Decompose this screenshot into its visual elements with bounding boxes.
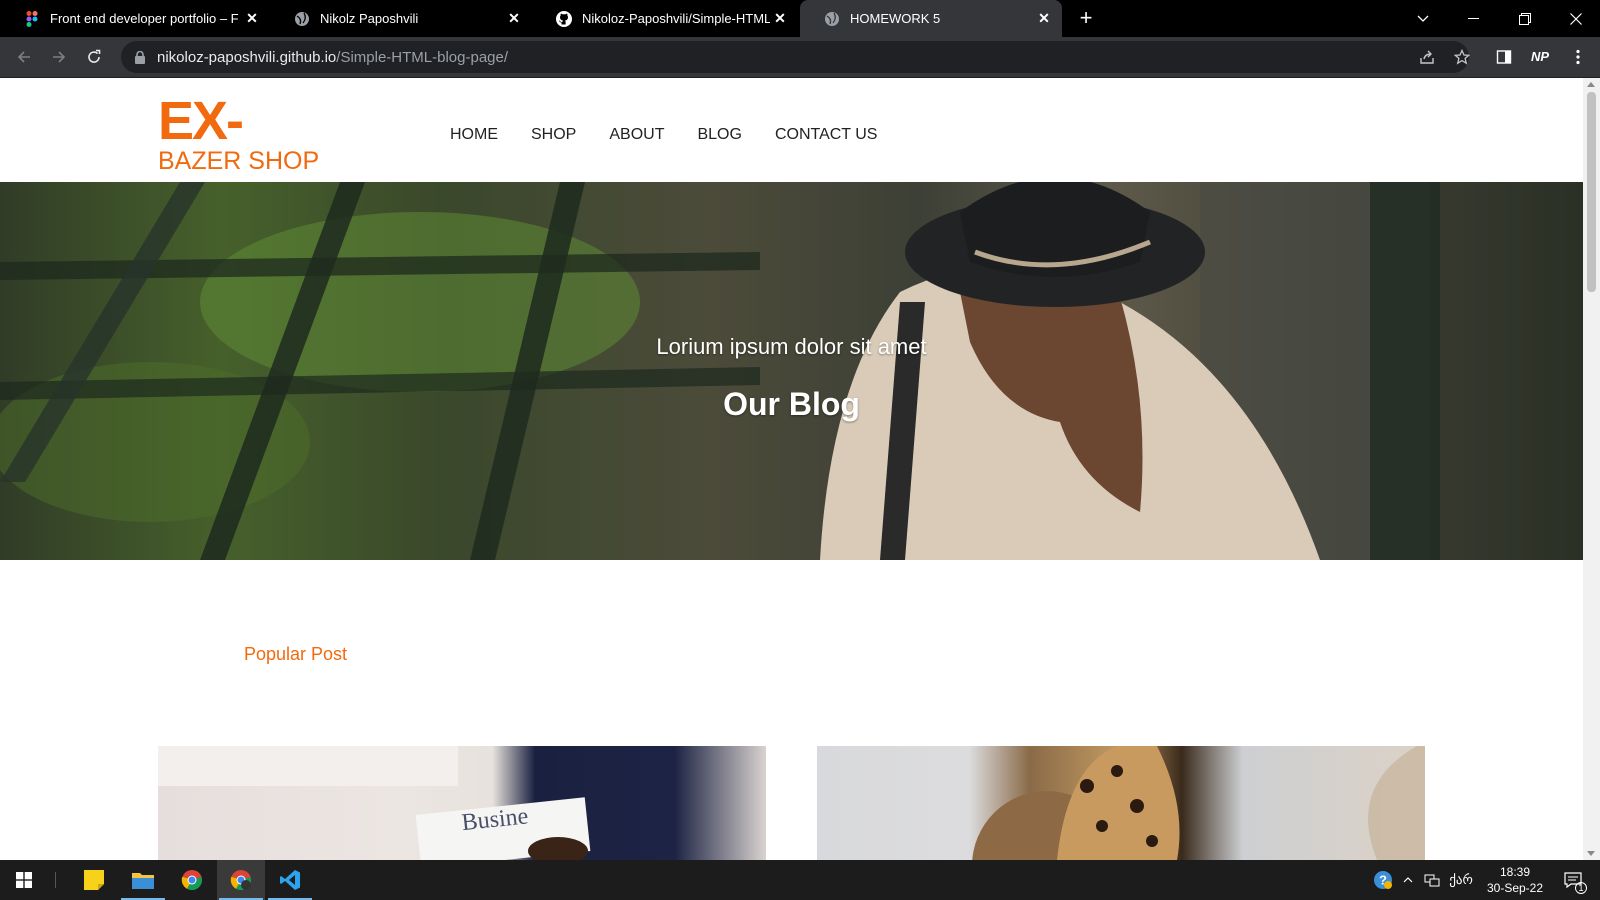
logo-line1: EX- xyxy=(158,91,244,151)
tab-homework5[interactable]: HOMEWORK 5 ✕ xyxy=(800,0,1062,37)
tab-title: HOMEWORK 5 xyxy=(850,11,941,26)
address-bar[interactable]: nikoloz-paposhvili.github.io/Simple-HTML… xyxy=(121,41,1469,73)
share-icon[interactable] xyxy=(1413,43,1441,71)
nav-about[interactable]: ABOUT xyxy=(609,126,664,144)
tab-github[interactable]: Nikoloz-Paposhvili/Simple-HTML ✕ xyxy=(532,0,798,37)
nav-shop[interactable]: SHOP xyxy=(531,126,576,144)
vscode-icon[interactable] xyxy=(266,860,314,900)
globe-icon xyxy=(824,11,840,27)
side-panel-icon[interactable] xyxy=(1490,43,1518,71)
site-header: EX- BAZER SHOP HOME SHOP ABOUT BLOG CONT… xyxy=(0,78,1583,182)
lock-icon[interactable] xyxy=(135,50,147,64)
tab-title: Nikolz Paposhvili xyxy=(320,11,419,26)
restore-icon[interactable] xyxy=(1502,0,1548,37)
figma-icon xyxy=(24,10,40,27)
blog-card-image[interactable] xyxy=(817,746,1425,860)
bookmark-star-icon[interactable] xyxy=(1448,43,1476,71)
page-viewport: EX- BAZER SHOP HOME SHOP ABOUT BLOG CONT… xyxy=(0,78,1583,860)
notification-count: 1 xyxy=(1575,882,1587,894)
chevron-up-icon[interactable] xyxy=(1398,860,1418,900)
forward-arrow-icon[interactable] xyxy=(45,43,73,71)
globe-icon xyxy=(294,11,310,27)
language-indicator[interactable]: ქარ xyxy=(1446,860,1476,900)
close-tab-icon[interactable]: ✕ xyxy=(770,9,790,29)
hero-title: Our Blog xyxy=(723,386,860,422)
nav-home[interactable]: HOME xyxy=(450,126,498,144)
clock-time: 18:39 xyxy=(1499,865,1531,879)
minimize-icon[interactable] xyxy=(1451,0,1497,37)
close-tab-icon[interactable]: ✕ xyxy=(504,9,524,29)
scroll-up-icon[interactable] xyxy=(1587,82,1595,87)
more-menu-icon[interactable] xyxy=(1564,43,1592,71)
scrollbar-thumb[interactable] xyxy=(1587,92,1596,292)
profile-avatar[interactable]: NP xyxy=(1529,46,1551,68)
nav-contact-us[interactable]: CONTACT US xyxy=(775,126,878,144)
help-icon[interactable]: ? xyxy=(1370,860,1396,900)
sticky-notes-icon[interactable] xyxy=(70,860,118,900)
main-nav: HOME SHOP ABOUT BLOG CONTACT US xyxy=(450,126,910,144)
windows-taskbar: ? ქარ 18:39 30-Sep-22 1 xyxy=(0,860,1600,900)
tab-strip: Front end developer portfolio – F ✕ Niko… xyxy=(0,0,1600,37)
new-tab-button[interactable]: + xyxy=(1074,6,1098,30)
chrome-icon[interactable] xyxy=(168,860,216,900)
network-icon[interactable] xyxy=(1420,860,1444,900)
reload-icon[interactable] xyxy=(80,43,108,71)
hero-banner: Lorium ipsum dolor sit amet Our Blog xyxy=(0,182,1583,560)
tab-nikolz[interactable]: Nikolz Paposhvili ✕ xyxy=(270,0,532,37)
tab-title: Front end developer portfolio – F xyxy=(50,11,239,26)
close-tab-icon[interactable]: ✕ xyxy=(242,9,262,29)
hero-photo xyxy=(0,182,1583,560)
windows-start-icon[interactable] xyxy=(0,860,48,900)
hero-subtitle: Lorium ipsum dolor sit amet xyxy=(656,334,927,359)
nav-blog[interactable]: BLOG xyxy=(697,126,741,144)
notifications-icon[interactable]: 1 xyxy=(1553,860,1593,900)
site-logo[interactable]: EX- BAZER SHOP xyxy=(158,91,320,175)
tab-title: Nikoloz-Paposhvili/Simple-HTML xyxy=(582,11,770,26)
blog-card-image[interactable]: Busine xyxy=(158,746,766,860)
github-icon xyxy=(556,10,572,27)
vertical-scrollbar[interactable] xyxy=(1583,78,1600,860)
newspaper-photo: Busine xyxy=(158,746,591,860)
taskbar-divider xyxy=(55,872,56,888)
taskbar-clock[interactable]: 18:39 30-Sep-22 xyxy=(1480,864,1550,896)
close-tab-icon[interactable]: ✕ xyxy=(1034,9,1054,29)
logo-line2: BAZER SHOP xyxy=(158,147,320,175)
scroll-down-icon[interactable] xyxy=(1587,851,1595,856)
file-explorer-icon[interactable] xyxy=(119,860,167,900)
browser-toolbar: nikoloz-paposhvili.github.io/Simple-HTML… xyxy=(0,37,1600,78)
close-window-icon[interactable] xyxy=(1553,0,1599,37)
leopard-pillow-photo xyxy=(972,746,1425,860)
popular-post-heading: Popular Post xyxy=(244,644,348,664)
tab-search-icon[interactable] xyxy=(1400,0,1446,37)
url-path: /Simple-HTML-blog-page/ xyxy=(336,48,509,66)
tab-portfolio[interactable]: Front end developer portfolio – F ✕ xyxy=(0,0,270,37)
clock-date: 30-Sep-22 xyxy=(1486,881,1544,895)
chrome-profile-icon[interactable] xyxy=(217,860,265,900)
back-arrow-icon[interactable] xyxy=(10,43,38,71)
url-host: nikoloz-paposhvili.github.io xyxy=(157,48,337,66)
